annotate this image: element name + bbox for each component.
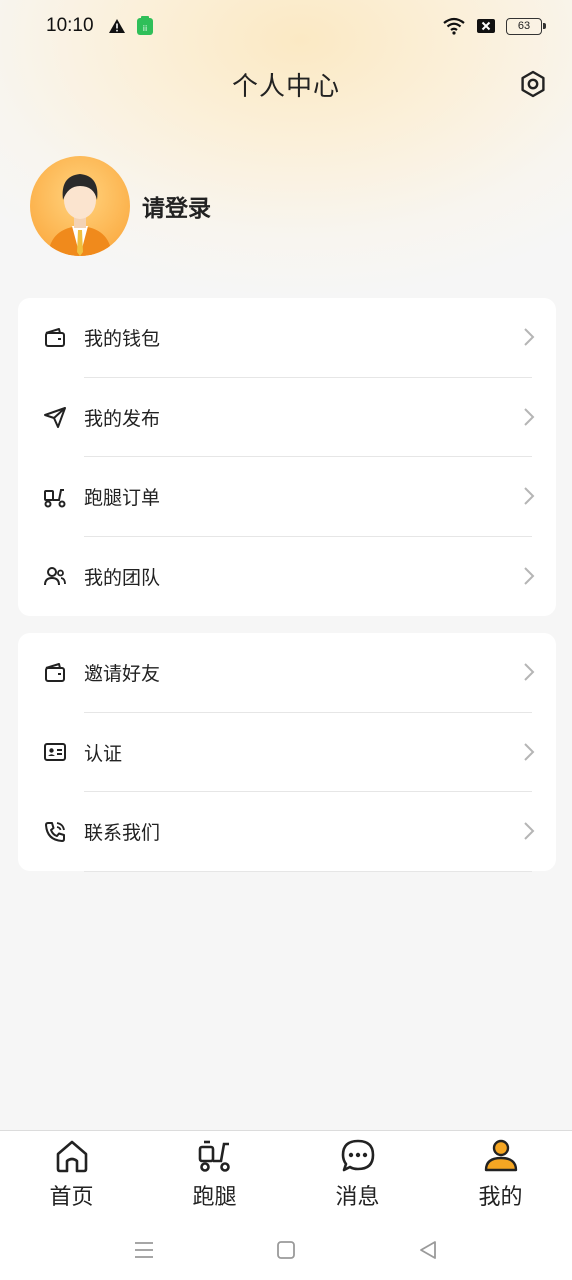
menu-item-label: 我的钱包 (84, 328, 161, 351)
team-icon (42, 563, 68, 589)
wallet-icon (42, 325, 68, 351)
wallet-icon (42, 660, 68, 686)
bottom-tab-bar: 首页 跑腿 消息 我的 (0, 1130, 572, 1220)
scooter-icon (198, 1140, 230, 1172)
sim-off-icon (477, 19, 495, 33)
menu-card-secondary: 邀请好友 认证 联系我们 (18, 633, 556, 872)
app-notification-icon: ii (136, 16, 153, 35)
menu-item-wallet[interactable]: 我的钱包 (18, 298, 556, 378)
divider (84, 870, 532, 872)
menu-item-errand-orders[interactable]: 跑腿订单 (18, 457, 556, 537)
menu-item-label: 我的团队 (84, 566, 161, 589)
page-title: 个人中心 (231, 71, 340, 102)
chevron-right-icon (524, 487, 535, 505)
tab-home[interactable]: 首页 (0, 1131, 143, 1220)
tab-errand[interactable]: 跑腿 (143, 1131, 286, 1220)
menu-item-label: 我的发布 (84, 407, 161, 430)
home-square-icon[interactable] (274, 1238, 298, 1262)
chevron-right-icon (524, 742, 535, 761)
system-navigation-bar (0, 1220, 572, 1280)
default-avatar-icon (48, 174, 112, 256)
tab-messages[interactable]: 消息 (286, 1131, 429, 1220)
scooter-icon (42, 484, 68, 510)
menu-item-label: 邀请好友 (84, 663, 161, 686)
user-icon (484, 1139, 517, 1172)
menu-item-invite-friends[interactable]: 邀请好友 (18, 633, 556, 713)
tab-label: 我的 (478, 1185, 523, 1210)
chevron-right-icon (524, 328, 535, 346)
menu-item-my-team[interactable]: 我的团队 (18, 537, 556, 617)
tab-me[interactable]: 我的 (429, 1131, 572, 1220)
message-icon (341, 1139, 374, 1172)
menu-icon[interactable] (132, 1238, 156, 1262)
avatar[interactable] (30, 156, 130, 256)
settings-icon[interactable] (518, 69, 548, 99)
status-time: 10:10 (46, 15, 94, 36)
chevron-right-icon (524, 407, 535, 426)
back-icon[interactable] (416, 1238, 440, 1262)
chevron-right-icon (524, 822, 535, 840)
tab-label: 消息 (335, 1185, 380, 1210)
send-icon (42, 404, 68, 430)
home-icon (56, 1140, 87, 1173)
menu-item-my-posts[interactable]: 我的发布 (18, 378, 556, 457)
battery-icon: 63 (506, 17, 546, 35)
warning-icon (108, 19, 125, 33)
status-bar: 10:10 ii 63 (0, 0, 572, 52)
chevron-right-icon (524, 566, 535, 585)
svg-text:ii: ii (142, 24, 146, 33)
menu-card-primary: 我的钱包 我的发布 跑腿订单 我的团队 (18, 298, 556, 616)
phone-icon (42, 819, 68, 845)
tab-label: 首页 (49, 1185, 94, 1210)
profile-section[interactable]: 请登录 (30, 156, 211, 256)
page-header: 个人中心 (0, 60, 572, 108)
login-prompt[interactable]: 请登录 (142, 189, 211, 223)
menu-item-verification[interactable]: 认证 (18, 713, 556, 792)
menu-item-contact-us[interactable]: 联系我们 (18, 792, 556, 872)
tab-label: 跑腿 (192, 1185, 237, 1210)
id-card-icon (42, 739, 68, 765)
wifi-icon (443, 17, 465, 35)
menu-item-label: 联系我们 (84, 822, 161, 845)
menu-item-label: 认证 (84, 742, 123, 765)
chevron-right-icon (524, 663, 535, 681)
menu-item-label: 跑腿订单 (84, 487, 161, 510)
